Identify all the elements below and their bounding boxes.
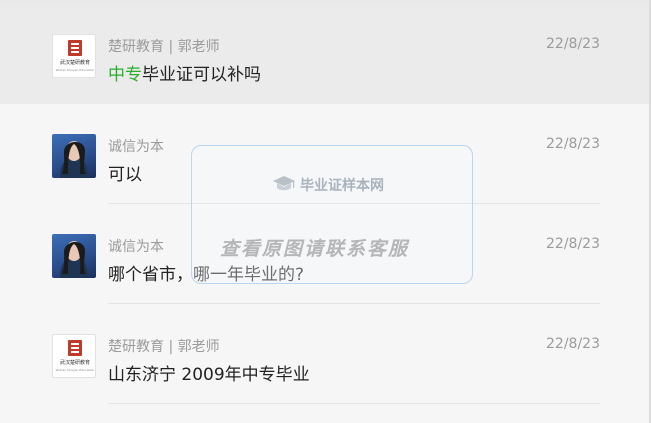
message-time: 22/8/23: [546, 236, 600, 252]
message-time: 22/8/23: [546, 136, 600, 152]
window-top-edge: [0, 0, 651, 4]
watermark-contact-text: 查看原图请联系客服: [220, 238, 410, 260]
contact-name: 楚研教育 | 郭老师: [108, 39, 220, 55]
svg-text:Wuhan Chuyan Education: Wuhan Chuyan Education: [56, 368, 95, 372]
message-time: 22/8/23: [546, 336, 600, 352]
message-preview: 中专毕业证可以补吗: [108, 60, 261, 85]
conversation-item[interactable]: 武汉楚研教育 Wuhan Chuyan Education 楚研教育 | 郭老师…: [0, 4, 651, 104]
svg-text:武汉楚研教育: 武汉楚研教育: [60, 359, 90, 366]
divider: [108, 403, 600, 404]
message-preview: 山东济宁 2009年中专毕业: [108, 365, 310, 385]
message-time: 22/8/23: [546, 36, 600, 52]
watermark-overlay: 毕业证样本网 查看原图请联系客服: [191, 145, 473, 284]
school-logo-icon: 武汉楚研教育 Wuhan Chuyan Education: [52, 334, 96, 378]
svg-text:武汉楚研教育: 武汉楚研教育: [60, 59, 90, 66]
watermark-brand-text: 毕业证样本网: [300, 178, 384, 194]
contact-name: 诚信为本: [108, 139, 164, 155]
contact-name: 楚研教育 | 郭老师: [108, 339, 220, 355]
school-logo-icon: 武汉楚研教育 Wuhan Chuyan Education: [52, 34, 96, 78]
user-photo-icon: [52, 234, 96, 278]
message-preview: 可以: [108, 165, 142, 185]
conversation-item[interactable]: 武汉楚研教育 Wuhan Chuyan Education 楚研教育 | 郭老师…: [0, 304, 651, 404]
graduation-cap-icon: [272, 174, 296, 198]
message-text: 毕业证可以补吗: [142, 65, 261, 85]
user-photo-icon: [52, 134, 96, 178]
svg-text:Wuhan Chuyan Education: Wuhan Chuyan Education: [56, 68, 95, 72]
contact-name: 诚信为本: [108, 239, 164, 255]
message-highlight: 中专: [108, 65, 142, 85]
